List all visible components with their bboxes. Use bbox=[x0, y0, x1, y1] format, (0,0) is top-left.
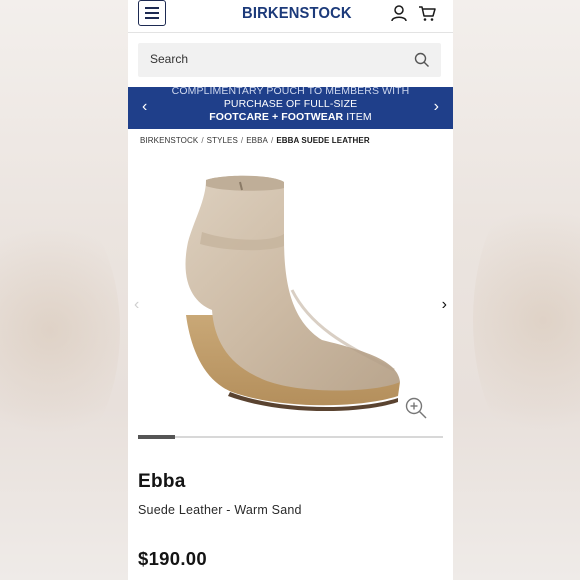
chevron-right-icon[interactable]: › bbox=[442, 296, 447, 314]
chevron-right-icon[interactable]: › bbox=[434, 99, 439, 115]
breadcrumb-separator: / bbox=[240, 136, 244, 145]
promo-line-2: PURCHASE OF FULL-SIZE bbox=[223, 98, 358, 110]
product-price: $190.00 bbox=[138, 548, 207, 569]
search-placeholder: Search bbox=[150, 52, 189, 66]
gallery-progress-track bbox=[138, 435, 443, 439]
breadcrumb-item[interactable]: BIRKENSTOCK bbox=[140, 136, 198, 145]
product-variant: Suede Leather - Warm Sand bbox=[138, 503, 302, 517]
promo-line-3: FOOTCARE + FOOTWEAR ITEM bbox=[128, 111, 453, 123]
brand-logo[interactable]: BIRKENSTOCK bbox=[242, 5, 352, 23]
breadcrumb-separator: / bbox=[271, 136, 274, 145]
gallery-progress-fill bbox=[138, 435, 175, 439]
search-icon[interactable] bbox=[414, 52, 430, 68]
promo-banner[interactable]: ‹ COMPLIMENTARY POUCH TO MEMBERS WITH PU… bbox=[128, 85, 453, 129]
mobile-page: BIRKENSTOCK Search ‹ COMPLIMENTARY POUCH… bbox=[128, 0, 453, 580]
search-input[interactable]: Search bbox=[138, 43, 441, 77]
product-gallery[interactable]: ‹ › bbox=[128, 150, 453, 432]
breadcrumb-item[interactable]: STYLES bbox=[207, 136, 238, 145]
product-image-ebba-boot bbox=[185, 175, 400, 412]
breadcrumb: BIRKENSTOCK / STYLES / EBBA / EBBA SUEDE LEATH… bbox=[140, 136, 370, 145]
breadcrumb-separator: / bbox=[201, 136, 204, 145]
header-divider bbox=[128, 32, 453, 33]
user-icon[interactable] bbox=[390, 4, 408, 22]
hamburger-menu-icon[interactable] bbox=[138, 0, 166, 26]
breadcrumb-item[interactable]: EBBA bbox=[246, 136, 268, 145]
site-header: BIRKENSTOCK bbox=[128, 0, 453, 32]
chevron-left-icon[interactable]: ‹ bbox=[134, 296, 139, 314]
background-right bbox=[453, 0, 580, 580]
breadcrumb-current: EBBA SUEDE LEATHER bbox=[276, 136, 370, 145]
background-left bbox=[0, 0, 128, 580]
promo-highlight: FOOTCARE + FOOTWEAR bbox=[209, 111, 344, 123]
cart-icon[interactable] bbox=[418, 5, 436, 22]
promo-line-3-rest: ITEM bbox=[346, 111, 372, 123]
product-title: Ebba bbox=[138, 471, 186, 492]
zoom-in-icon[interactable] bbox=[404, 396, 428, 420]
promo-line-1: COMPLIMENTARY POUCH TO MEMBERS WITH bbox=[171, 85, 410, 97]
